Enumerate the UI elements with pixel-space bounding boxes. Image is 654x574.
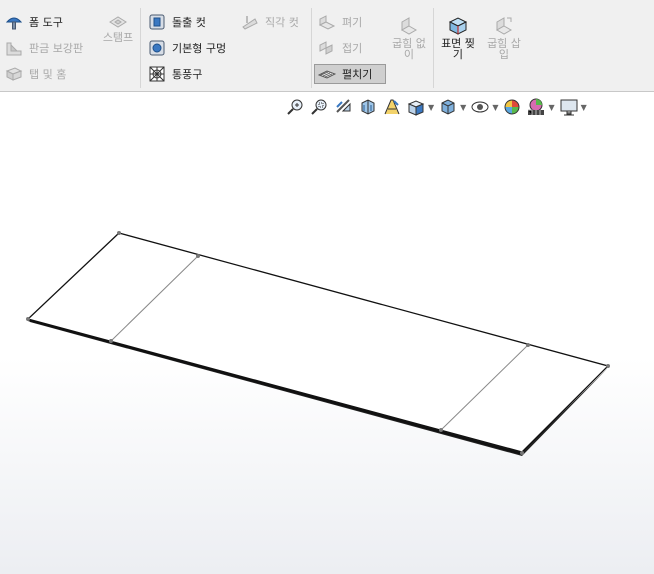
dynamic-annotation-button[interactable] bbox=[382, 97, 402, 117]
display-style-button[interactable]: ▼ bbox=[438, 97, 466, 117]
normal-cut-button[interactable]: 직각 컷 bbox=[238, 12, 302, 32]
simple-hole-button[interactable]: 기본형 구멍 bbox=[145, 38, 229, 58]
normal-cut-label: 직각 컷 bbox=[265, 16, 299, 29]
insert-bends-label: 굽힘 삽 입 bbox=[487, 37, 521, 61]
no-bends-label: 굽힘 없 이 bbox=[392, 37, 426, 61]
apply-scene-icon bbox=[528, 98, 545, 115]
gusset-label: 판금 보강판 bbox=[29, 42, 84, 55]
forming-tool-label: 폼 도구 bbox=[29, 16, 63, 29]
vent-button[interactable]: 통풍구 bbox=[145, 64, 205, 84]
tab-and-slot-button[interactable]: 탭 및 홈 bbox=[2, 64, 69, 84]
flatten-icon bbox=[318, 70, 336, 79]
previous-view-icon bbox=[336, 99, 351, 113]
unfold-label: 펴기 bbox=[342, 16, 363, 29]
flat-pattern-model[interactable] bbox=[0, 92, 654, 574]
unfold-button[interactable]: 펴기 bbox=[315, 12, 365, 32]
previous-view-button[interactable] bbox=[334, 97, 354, 117]
sheet-metal-ribbon: 폼 도구 판금 보강판 탭 및 홈 스탬프 돌출 컷 기본형 구멍 통풍구 직각… bbox=[0, 0, 654, 92]
stamp-icon bbox=[109, 16, 127, 28]
extruded-cut-label: 돌출 컷 bbox=[172, 16, 206, 29]
flat-pattern-face[interactable] bbox=[26, 232, 610, 453]
rip-label: 표면 찢 기 bbox=[441, 37, 475, 61]
tab-and-slot-icon bbox=[5, 67, 23, 81]
insert-bends-button[interactable]: 굽힘 삽 입 bbox=[482, 14, 526, 60]
zoom-to-fit-button[interactable] bbox=[286, 97, 306, 117]
fold-button[interactable]: 접기 bbox=[315, 38, 365, 58]
hide-show-items-button[interactable]: ▼ bbox=[470, 97, 498, 117]
gusset-icon bbox=[6, 42, 22, 56]
zoom-to-area-icon bbox=[311, 99, 327, 115]
stamp-button[interactable]: 스탬프 bbox=[100, 14, 136, 43]
flatten-label: 펼치기 bbox=[342, 68, 373, 81]
graphics-area[interactable] bbox=[0, 92, 654, 574]
view-orientation-icon bbox=[407, 100, 425, 116]
rip-button[interactable]: 표면 찢 기 bbox=[436, 14, 480, 60]
extruded-cut-icon bbox=[149, 14, 165, 30]
chevron-down-icon[interactable]: ▼ bbox=[492, 103, 498, 112]
display-style-icon bbox=[441, 99, 455, 115]
extruded-cut-button[interactable]: 돌출 컷 bbox=[145, 12, 209, 32]
normal-cut-icon bbox=[242, 16, 258, 30]
chevron-down-icon[interactable]: ▼ bbox=[548, 103, 554, 112]
chevron-down-icon[interactable]: ▼ bbox=[428, 103, 434, 112]
section-view-button[interactable] bbox=[358, 97, 378, 117]
ribbon-separator bbox=[311, 8, 312, 88]
chevron-down-icon[interactable]: ▼ bbox=[581, 103, 587, 112]
hide-show-items-icon bbox=[471, 101, 489, 113]
view-settings-icon bbox=[560, 99, 578, 116]
rip-icon bbox=[448, 17, 468, 35]
zoom-to-fit-icon bbox=[287, 99, 303, 115]
fold-icon bbox=[319, 41, 333, 55]
chevron-down-icon[interactable]: ▼ bbox=[460, 103, 466, 112]
vent-label: 통풍구 bbox=[172, 68, 203, 81]
forming-tool-icon bbox=[5, 17, 23, 30]
tab-and-slot-label: 탭 및 홈 bbox=[29, 68, 67, 81]
view-settings-button[interactable]: ▼ bbox=[559, 97, 587, 117]
apply-scene-button[interactable]: ▼ bbox=[526, 97, 555, 117]
no-bends-button[interactable]: 굽힘 없 이 bbox=[388, 14, 430, 60]
zoom-to-area-button[interactable] bbox=[310, 97, 330, 117]
forming-tool-button[interactable]: 폼 도구 bbox=[2, 12, 66, 32]
gusset-button[interactable]: 판금 보강판 bbox=[2, 38, 86, 58]
section-view-icon bbox=[361, 99, 375, 115]
edit-appearance-button[interactable] bbox=[502, 97, 522, 117]
ribbon-separator bbox=[140, 8, 141, 88]
simple-hole-label: 기본형 구멍 bbox=[172, 42, 227, 55]
heads-up-view-toolbar: ▼ ▼ ▼ ▼ ▼ bbox=[286, 96, 591, 118]
fold-label: 접기 bbox=[342, 42, 363, 55]
stamp-label: 스탬프 bbox=[102, 31, 134, 44]
edit-appearance-icon bbox=[504, 99, 520, 115]
vent-icon bbox=[149, 66, 165, 82]
insert-bends-icon bbox=[495, 17, 513, 35]
no-bends-icon bbox=[400, 17, 418, 35]
ribbon-separator bbox=[433, 8, 434, 88]
flatten-button[interactable]: 펼치기 bbox=[314, 64, 386, 84]
dynamic-annotation-icon bbox=[384, 99, 400, 115]
unfold-icon bbox=[318, 15, 336, 30]
simple-hole-icon bbox=[149, 40, 165, 56]
view-orientation-button[interactable]: ▼ bbox=[406, 97, 434, 117]
